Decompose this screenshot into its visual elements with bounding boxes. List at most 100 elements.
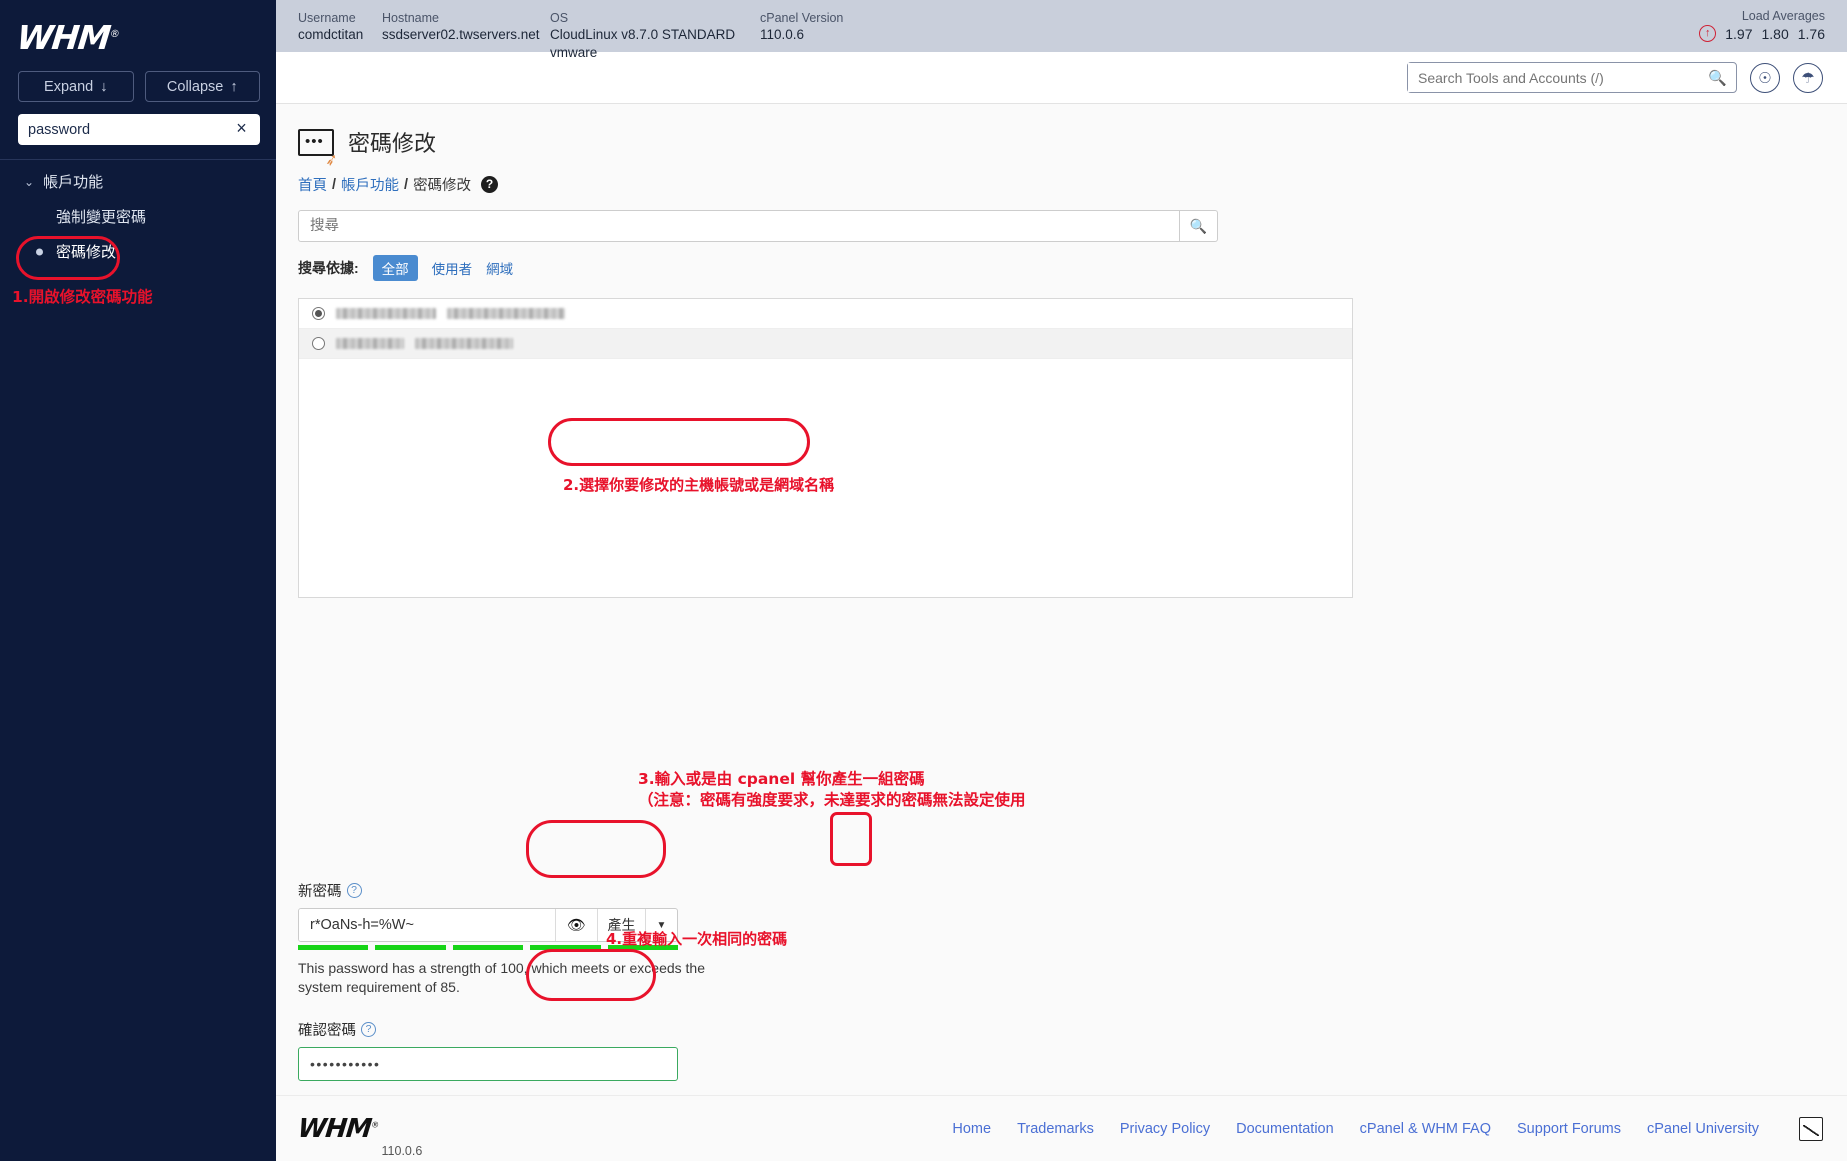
field-label: OS: [550, 10, 760, 26]
arrow-up-icon: ↑: [230, 79, 237, 95]
filter-label: 搜尋依據:: [298, 258, 359, 278]
server-field-username: Username comdctitan: [298, 10, 382, 62]
annotation-step-4: 4.重複輸入一次相同的密碼: [606, 930, 787, 950]
confirm-password-label-row: 確認密碼 ?: [298, 1019, 1847, 1040]
search-icon[interactable]: 🔍: [1699, 69, 1736, 87]
account-radio[interactable]: [312, 337, 325, 350]
footer-link-cpanel-university[interactable]: cPanel University: [1647, 1121, 1759, 1137]
help-icon[interactable]: ?: [361, 1022, 376, 1037]
account-domain-redacted: [415, 338, 513, 349]
arrow-down-icon: ↓: [100, 79, 107, 95]
whm-page: WHM® Expand ↓ Collapse ↑ × ⌄ 帳戶功能 強制變更密碼: [0, 0, 1847, 1161]
account-search-input[interactable]: [298, 210, 1180, 242]
search-input[interactable]: [1408, 63, 1699, 92]
field-value: ssdserver02.twservers.net: [382, 26, 550, 44]
annotation-step-3-line1: 3.輸入或是由 cpanel 幫你產生一組密碼: [638, 769, 925, 789]
confirm-password-label: 確認密碼: [298, 1019, 356, 1040]
account-radio-selected[interactable]: [312, 307, 325, 320]
expand-button[interactable]: Expand ↓: [18, 71, 134, 102]
strength-segment: [453, 945, 523, 950]
annotation-step-1: 1.開啟修改密碼功能: [12, 285, 153, 307]
sidebar-tree-controls: Expand ↓ Collapse ↑: [0, 57, 276, 102]
server-field-cpanel-version: cPanel Version 110.0.6: [760, 10, 880, 62]
notifications-button[interactable]: ☉: [1750, 63, 1780, 93]
filter-domain[interactable]: 網域: [486, 258, 513, 278]
page-header: ••• ➶ 密碼修改: [276, 126, 1847, 158]
field-label: Hostname: [382, 10, 550, 26]
sidebar-search-input[interactable]: [18, 114, 260, 145]
filter-user[interactable]: 使用者: [432, 258, 473, 278]
breadcrumb-separator: /: [332, 177, 336, 193]
search-filter-row: 搜尋依據: 全部 使用者 網域: [298, 255, 1847, 281]
confirm-password-field: 確認密碼 ?: [298, 1019, 1847, 1081]
clear-icon[interactable]: ×: [233, 121, 250, 138]
field-value: 110.0.6: [760, 26, 880, 44]
breadcrumb-item-account-functions[interactable]: 帳戶功能: [341, 174, 399, 195]
chevron-down-icon: ⌄: [24, 175, 34, 189]
account-name-redacted: [336, 338, 404, 349]
sidebar-item-label: 密碼修改: [56, 244, 116, 261]
help-icon[interactable]: ?: [481, 176, 498, 193]
new-password-input[interactable]: [299, 909, 555, 941]
table-row[interactable]: [299, 329, 1352, 359]
confirm-password-input[interactable]: [298, 1047, 678, 1081]
collapse-button[interactable]: Collapse ↑: [145, 71, 261, 102]
content-area: ••• ➶ 密碼修改 首頁 / 帳戶功能 / 密碼修改 ? 🔍 搜尋: [276, 104, 1847, 1161]
account-list: [298, 298, 1353, 598]
table-row[interactable]: [299, 299, 1352, 329]
footer-links: Home Trademarks Privacy Policy Documenta…: [952, 1117, 1823, 1141]
bullet-icon: [36, 248, 43, 255]
sidebar-item-password-modification[interactable]: 密碼修改: [0, 234, 276, 269]
field-value: comdctitan: [298, 26, 382, 44]
footer-link-support-forums[interactable]: Support Forums: [1517, 1121, 1621, 1137]
password-modification-icon: ••• ➶: [298, 129, 334, 156]
new-password-label: 新密碼: [298, 880, 342, 901]
statistics-chart-icon[interactable]: [1799, 1117, 1823, 1141]
expand-label: Expand: [44, 79, 93, 95]
search-icon: 🔍: [1190, 218, 1207, 234]
page-title: 密碼修改: [348, 126, 436, 158]
arrow-up-trend-icon: ↑: [1699, 25, 1716, 42]
filter-all[interactable]: 全部: [373, 255, 418, 281]
footer-link-trademarks[interactable]: Trademarks: [1017, 1121, 1094, 1137]
field-value: CloudLinux v8.7.0 STANDARD vmware: [550, 26, 760, 62]
field-label: Username: [298, 10, 382, 26]
account-search-row: 🔍: [298, 210, 1218, 242]
load-value: 1.80: [1762, 26, 1789, 42]
sidebar-group-account-functions[interactable]: ⌄ 帳戶功能: [0, 160, 276, 199]
user-account-button[interactable]: ☂: [1793, 63, 1823, 93]
whm-logo: WHM®: [0, 0, 279, 57]
main-area: Username comdctitan Hostname ssdserver02…: [276, 0, 1847, 1161]
server-field-os: OS CloudLinux v8.7.0 STANDARD vmware: [550, 10, 760, 62]
breadcrumb-item-home[interactable]: 首頁: [298, 174, 327, 195]
new-password-label-row: 新密碼 ?: [298, 880, 1847, 901]
sidebar-item-force-password-change[interactable]: 強制變更密碼: [0, 199, 276, 234]
strength-segment: [375, 945, 445, 950]
footer-link-cpanel-whm-faq[interactable]: cPanel & WHM FAQ: [1360, 1121, 1491, 1137]
strength-segment: [530, 945, 600, 950]
breadcrumb: 首頁 / 帳戶功能 / 密碼修改 ?: [276, 158, 1847, 195]
load-averages: Load Averages ↑ 1.97 1.80 1.76: [1699, 9, 1825, 42]
field-label: cPanel Version: [760, 10, 880, 26]
footer-whm-logo: WHM®: [296, 1114, 379, 1144]
footer-link-home[interactable]: Home: [952, 1121, 991, 1137]
annotation-step-3-line2: （注意：密碼有強度要求，未達要求的密碼無法設定使用: [638, 790, 1026, 810]
icon-dots: •••: [305, 138, 324, 146]
global-search[interactable]: 🔍: [1407, 62, 1737, 93]
collapse-label: Collapse: [167, 79, 223, 95]
breadcrumb-separator: /: [404, 177, 408, 193]
sidebar-search-wrap: ×: [0, 102, 276, 145]
annotation-step-2: 2.選擇你要修改的主機帳號或是網域名稱: [563, 476, 834, 496]
account-name-redacted: [336, 308, 436, 319]
footer-link-documentation[interactable]: Documentation: [1236, 1121, 1334, 1137]
footer-link-privacy-policy[interactable]: Privacy Policy: [1120, 1121, 1210, 1137]
new-password-field: 新密碼 ? 👁 產生 ▼: [298, 880, 1847, 997]
show-password-eye-icon[interactable]: 👁: [555, 909, 597, 941]
sidebar-group-label: 帳戶功能: [43, 171, 103, 192]
strength-segment: [298, 945, 368, 950]
help-icon[interactable]: ?: [347, 883, 362, 898]
load-value: 1.76: [1798, 26, 1825, 42]
annotation-highlight-password-input: [526, 820, 666, 878]
sidebar: WHM® Expand ↓ Collapse ↑ × ⌄ 帳戶功能 強制變更密碼: [0, 0, 276, 1161]
account-search-button[interactable]: 🔍: [1180, 210, 1218, 242]
